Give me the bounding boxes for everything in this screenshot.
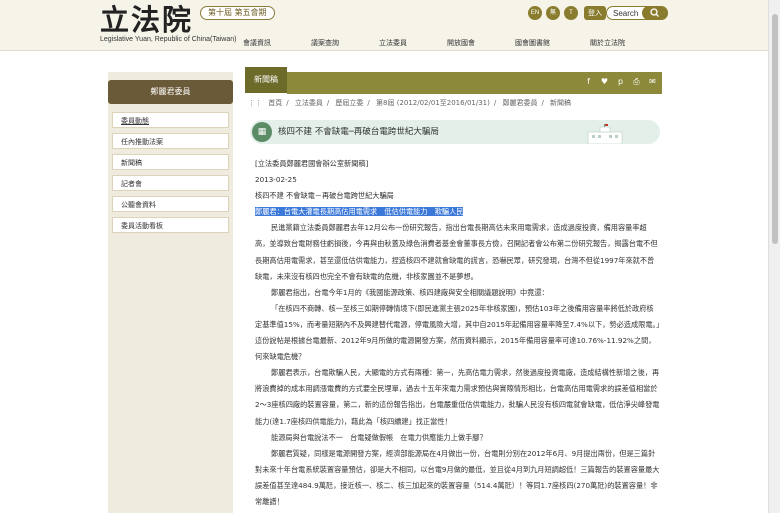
breadcrumb-current: 新聞稿: [550, 99, 572, 107]
article-source: [立法委員鄭麗君國會辦公室新聞稿]: [255, 159, 369, 168]
print-icon[interactable]: ⎙: [631, 76, 642, 87]
sidebar-item-hearing[interactable]: 公聽會資料: [112, 196, 229, 212]
sidebar-item-events[interactable]: 委員活動看板: [112, 217, 229, 233]
nav-open-parliament[interactable]: 開放國會: [447, 38, 475, 48]
page-title: 核四不建 不會缺電─再破台電跨世紀大騙局: [278, 127, 439, 137]
share-bar: f ♥ p ⎙ ✉: [287, 72, 662, 94]
nav-legislators[interactable]: 立法委員: [379, 38, 407, 48]
accessibility-button[interactable]: 無: [546, 6, 560, 20]
site-header: 立法院 Legislative Yuan, Republic of China(…: [0, 0, 768, 51]
vertical-scrollbar[interactable]: [768, 0, 780, 513]
search-icon: [650, 8, 659, 17]
nav-library[interactable]: 國會圖書館: [515, 38, 550, 48]
login-button[interactable]: 登入: [584, 6, 606, 20]
search-button[interactable]: [642, 6, 668, 20]
sidebar-item-conference[interactable]: 記者會: [112, 175, 229, 191]
main-nav: 會議資訊 議案查詢 立法委員 開放國會 國會圖書館 關於立法院: [243, 38, 665, 48]
mail-icon[interactable]: ✉: [647, 76, 658, 87]
nav-meeting-info[interactable]: 會議資訊: [243, 38, 271, 48]
breadcrumb-member[interactable]: 鄭麗君委員: [502, 99, 537, 107]
search-placeholder: Search: [613, 9, 639, 18]
sidebar-item-press[interactable]: 新聞稿: [112, 154, 229, 170]
building-illustration: [587, 124, 623, 144]
article-paragraph: 民進黨籍立法委員鄭麗君去年12月公布一份研究報告，指出台電長期高估未來用電需求，…: [255, 223, 658, 281]
breadcrumb: ⋮⋮ 首頁 / 立法委員 / 歷屆立委 / 第8屆 (2012/02/01至2016/…: [248, 99, 572, 107]
twitter-icon[interactable]: ♥: [599, 76, 610, 87]
nav-bill-search[interactable]: 議案查詢: [311, 38, 339, 48]
article-date: 2013-02-25: [255, 175, 297, 185]
sidebar-title: 鄭麗君委員: [108, 80, 233, 104]
article-paragraph: 鄭麗君指出，台電今年1月的《我國能源政策、核四建廠與安全相關議題說明》中竟還：: [271, 287, 549, 297]
search-input[interactable]: Search: [606, 6, 668, 20]
breadcrumb-icon: ⋮⋮: [248, 99, 262, 107]
section-tab: 新聞稿: [245, 67, 287, 93]
breadcrumb-past[interactable]: 歷屆立委: [335, 99, 363, 107]
lang-en-button[interactable]: EN: [528, 6, 542, 20]
top-buttons: EN 無 T 登入: [528, 6, 606, 20]
session-badge: 第十屆 第五會期: [200, 6, 275, 20]
logo-subtitle: Legislative Yuan, Republic of China(Taiw…: [100, 36, 237, 43]
article-body: [立法委員鄭麗君國會辦公室新聞稿] 2013-02-25 核四不建 不會缺電－再…: [255, 156, 660, 510]
article-paragraph: 「在核四不商轉、核一至核三如期停轉情境下(即民進黨主張2025年非核家園)，預估…: [255, 303, 660, 362]
facebook-icon[interactable]: f: [583, 76, 594, 87]
breadcrumb-home[interactable]: 首頁: [268, 99, 282, 107]
sidebar: 鄭麗君委員 委員動態 任內推動法案 新聞稿 記者會 公聽會資料 委員活動看板: [108, 72, 233, 513]
grid-icon: ▦: [252, 122, 272, 142]
article-headline: 核四不建 不會缺電－再破台電跨世紀大騙局: [255, 191, 394, 201]
article-paragraph: 鄭麗君表示，台電欺騙人民，大顯電的方式有兩種：第一，先高估電力需求，然後過度投資…: [255, 368, 660, 426]
article-paragraph: 鄭麗君質疑，同樣是電源開發方案，經濟部能源局在4月做出一份，台電則分別在2012…: [255, 448, 660, 506]
font-size-button[interactable]: T: [564, 6, 578, 20]
nav-about[interactable]: 關於立法院: [590, 38, 625, 48]
plurk-icon[interactable]: p: [615, 76, 626, 87]
breadcrumb-legislators[interactable]: 立法委員: [295, 99, 323, 107]
selected-text: 鄭麗君：台電大灌電長期高估用電需求 低估供電能力 欺騙人民: [255, 207, 464, 217]
scrollbar-thumb[interactable]: [772, 14, 778, 244]
sidebar-item-activities[interactable]: 委員動態: [112, 112, 229, 128]
article-subheading: 能源局與台電說法不一 台電疑做假帳 在電力供應能力上做手腳？: [271, 432, 487, 442]
sidebar-item-bills[interactable]: 任內推動法案: [112, 133, 229, 149]
breadcrumb-term[interactable]: 第8屆 (2012/02/01至2016/01/31): [376, 99, 490, 107]
